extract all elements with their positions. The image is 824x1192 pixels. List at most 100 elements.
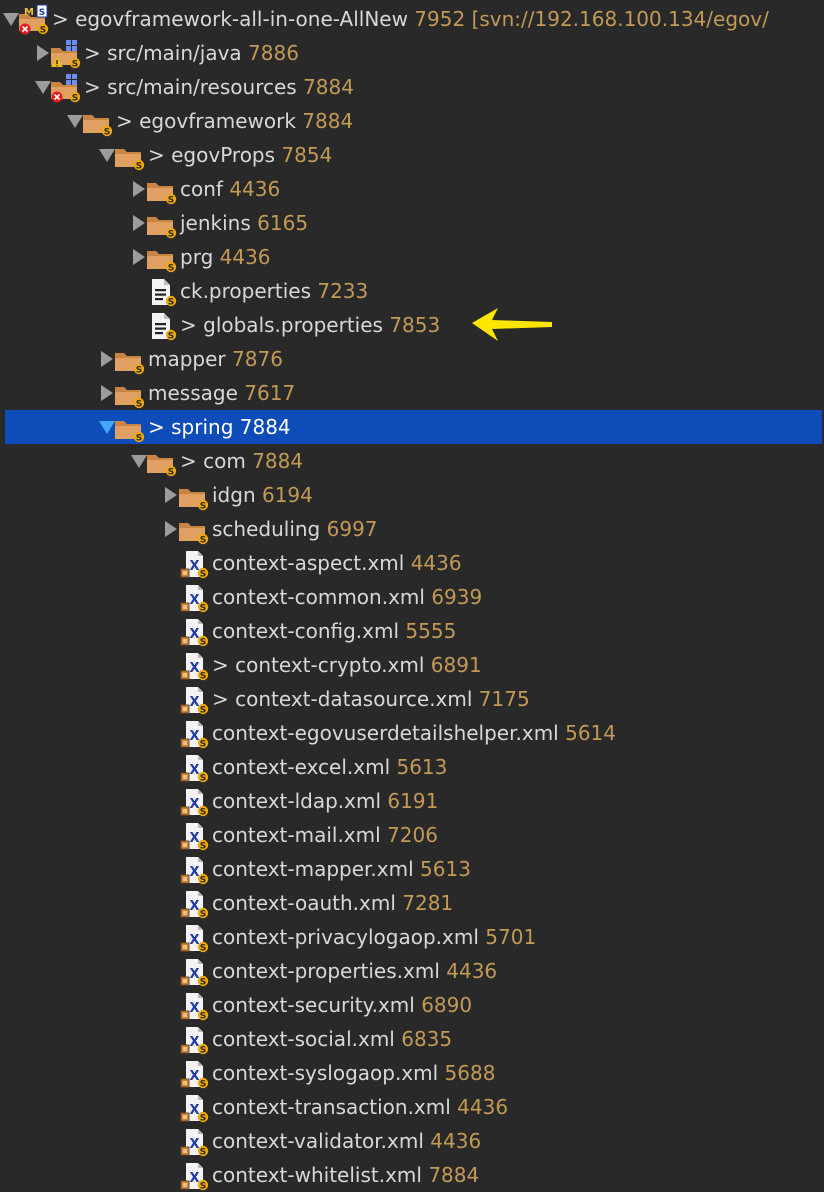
- tree-item-name: idgn: [212, 483, 256, 507]
- tree-row-spring[interactable]: S > spring 7884: [5, 410, 822, 444]
- svg-text:S: S: [200, 842, 206, 852]
- tree-row-context-security-xml[interactable]: X Scontext-security.xml 6890: [0, 988, 824, 1022]
- tree-row-context-whitelist-xml[interactable]: X Scontext-whitelist.xml 7884: [0, 1158, 824, 1192]
- svg-text:S: S: [200, 808, 206, 818]
- svg-text:S: S: [200, 1182, 206, 1192]
- tree-item-name: globals.properties: [203, 313, 383, 337]
- tree-item-name: scheduling: [212, 517, 321, 541]
- maven-project-icon: MSS: [18, 4, 49, 36]
- xml-file-icon: XS: [178, 719, 209, 750]
- xml-file-icon: XS: [178, 1161, 209, 1192]
- svn-revision: 6890: [421, 993, 473, 1017]
- tree-item-name: context-crypto.xml: [235, 653, 425, 677]
- tree-item-name: context-transaction.xml: [212, 1095, 451, 1119]
- svg-text:S: S: [168, 332, 174, 342]
- folder-icon: S: [146, 447, 177, 478]
- svg-text:S: S: [200, 536, 206, 546]
- tree-item-name: context-syslogaop.xml: [212, 1061, 439, 1085]
- tree-item-label: jenkins 6165: [180, 206, 308, 240]
- tree-row-context-oauth-xml[interactable]: X Scontext-oauth.xml 7281: [0, 886, 824, 920]
- svn-revision: 5614: [565, 721, 616, 745]
- svn-revision: 6835: [401, 1027, 453, 1051]
- svn-outgoing-marker: >: [148, 415, 172, 439]
- tree-row-context-privacylogaop-xml[interactable]: X Scontext-privacylogaop.xml 5701: [0, 920, 824, 954]
- folder-icon: S: [178, 481, 209, 512]
- xml-file-icon: XS: [178, 855, 209, 886]
- folder-icon: S: [178, 515, 209, 546]
- svn-revision: 5555: [405, 619, 457, 643]
- tree-item-label: > context-datasource.xml 7175: [212, 682, 530, 716]
- tree-item-name: spring: [171, 415, 234, 439]
- tree-item-name: context-excel.xml: [212, 755, 391, 779]
- tree-row-context-crypto-xml[interactable]: X S > context-crypto.xml 6891: [0, 648, 824, 682]
- folder-icon: S: [146, 243, 177, 274]
- tree-row-src-main-java[interactable]: S > src/main/java 7886: [0, 36, 824, 70]
- tree-row-context-aspect-xml[interactable]: X Scontext-aspect.xml 4436: [0, 546, 824, 580]
- xml-file-icon: XS: [178, 583, 209, 614]
- xml-file-icon: XS: [178, 1093, 209, 1124]
- tree-item-name: context-egovuserdetailshelper.xml: [212, 721, 559, 745]
- tree-row-context-egovuserdetailshelper-xml[interactable]: X Scontext-egovuserdetailshelper.xml 5614: [0, 716, 824, 750]
- tree-row-egovframework-all-in-one-allnew[interactable]: M S S > egovframework-all-in-one-AllNew 795…: [0, 2, 824, 36]
- svn-revision: 6194: [261, 483, 313, 507]
- tree-row-context-config-xml[interactable]: X Scontext-config.xml 5555: [0, 614, 824, 648]
- tree-row-context-social-xml[interactable]: X Scontext-social.xml 6835: [0, 1022, 824, 1056]
- tree-item-label: scheduling 6997: [212, 512, 378, 546]
- tree-row-jenkins[interactable]: Sjenkins 6165: [0, 206, 824, 240]
- svg-text:S: S: [200, 740, 206, 750]
- tree-item-label: context-aspect.xml 4436: [212, 546, 462, 580]
- svn-revision: 6997: [326, 517, 378, 541]
- tree-row-message[interactable]: Smessage 7617: [0, 376, 824, 410]
- xml-file-icon: XS: [178, 821, 209, 852]
- tree-item-label: context-common.xml 6939: [212, 580, 482, 614]
- tree-item-name: context-common.xml: [212, 585, 425, 609]
- tree-item-name: context-privacylogaop.xml: [212, 925, 479, 949]
- svn-revision: 7281: [402, 891, 454, 915]
- svg-text:S: S: [168, 468, 174, 478]
- svn-revision: 7886: [248, 41, 299, 65]
- tree-item-label: > spring 7884: [148, 410, 291, 444]
- tree-row-prg[interactable]: Sprg 4436: [0, 240, 824, 274]
- tree-row-egovprops[interactable]: S > egovProps 7854: [0, 138, 824, 172]
- tree-item-name: context-oauth.xml: [212, 891, 396, 915]
- tree-item-name: conf: [180, 177, 223, 201]
- svg-text:S: S: [40, 26, 46, 36]
- tree-row-mapper[interactable]: Smapper 7876: [0, 342, 824, 376]
- tree-row-idgn[interactable]: Sidgn 6194: [0, 478, 824, 512]
- tree-row-globals-properties[interactable]: S > globals.properties 7853: [0, 308, 824, 342]
- tree-row-context-datasource-xml[interactable]: X S > context-datasource.xml 7175: [0, 682, 824, 716]
- tree-row-scheduling[interactable]: Sscheduling 6997: [0, 512, 824, 546]
- tree-row-src-main-resources[interactable]: S > src/main/resources 7884: [0, 70, 824, 104]
- svg-text:S: S: [104, 128, 110, 138]
- tree-item-label: context-ldap.xml 6191: [212, 784, 438, 818]
- tree-item-label: > context-crypto.xml 6891: [212, 648, 482, 682]
- tree-item-label: idgn 6194: [212, 478, 313, 512]
- svg-text:S: S: [200, 570, 206, 580]
- tree-row-context-properties-xml[interactable]: X Scontext-properties.xml 4436: [0, 954, 824, 988]
- tree-row-context-ldap-xml[interactable]: X Scontext-ldap.xml 6191: [0, 784, 824, 818]
- xml-file-icon: XS: [178, 549, 209, 580]
- tree-item-name: ck.properties: [180, 279, 311, 303]
- svn-revision: 7233: [317, 279, 369, 303]
- tree-row-conf[interactable]: Sconf 4436: [0, 172, 824, 206]
- tree-row-context-common-xml[interactable]: X Scontext-common.xml 6939: [0, 580, 824, 614]
- tree-row-ck-properties[interactable]: Sck.properties 7233: [0, 274, 824, 308]
- tree-row-context-validator-xml[interactable]: X Scontext-validator.xml 4436: [0, 1124, 824, 1158]
- tree-row-context-mapper-xml[interactable]: X Scontext-mapper.xml 5613: [0, 852, 824, 886]
- tree-row-com[interactable]: S > com 7884: [0, 444, 824, 478]
- tree-item-name: prg: [180, 245, 214, 269]
- svg-text:S: S: [200, 876, 206, 886]
- tree-row-context-transaction-xml[interactable]: X Scontext-transaction.xml 4436: [0, 1090, 824, 1124]
- tree-item-name: egovProps: [171, 143, 276, 167]
- tree-row-context-excel-xml[interactable]: X Scontext-excel.xml 5613: [0, 750, 824, 784]
- svg-text:S: S: [200, 1012, 206, 1022]
- svn-revision: 7876: [232, 347, 283, 371]
- svg-text:S: S: [200, 604, 206, 614]
- svn-revision: 7175: [478, 687, 530, 711]
- tree-row-context-syslogaop-xml[interactable]: X Scontext-syslogaop.xml 5688: [0, 1056, 824, 1090]
- tree-row-context-mail-xml[interactable]: X Scontext-mail.xml 7206: [0, 818, 824, 852]
- tree-item-label: context-excel.xml 5613: [212, 750, 447, 784]
- svg-text:M: M: [24, 7, 34, 18]
- tree-row-egovframework[interactable]: S > egovframework 7884: [0, 104, 824, 138]
- tree-item-name: context-datasource.xml: [235, 687, 473, 711]
